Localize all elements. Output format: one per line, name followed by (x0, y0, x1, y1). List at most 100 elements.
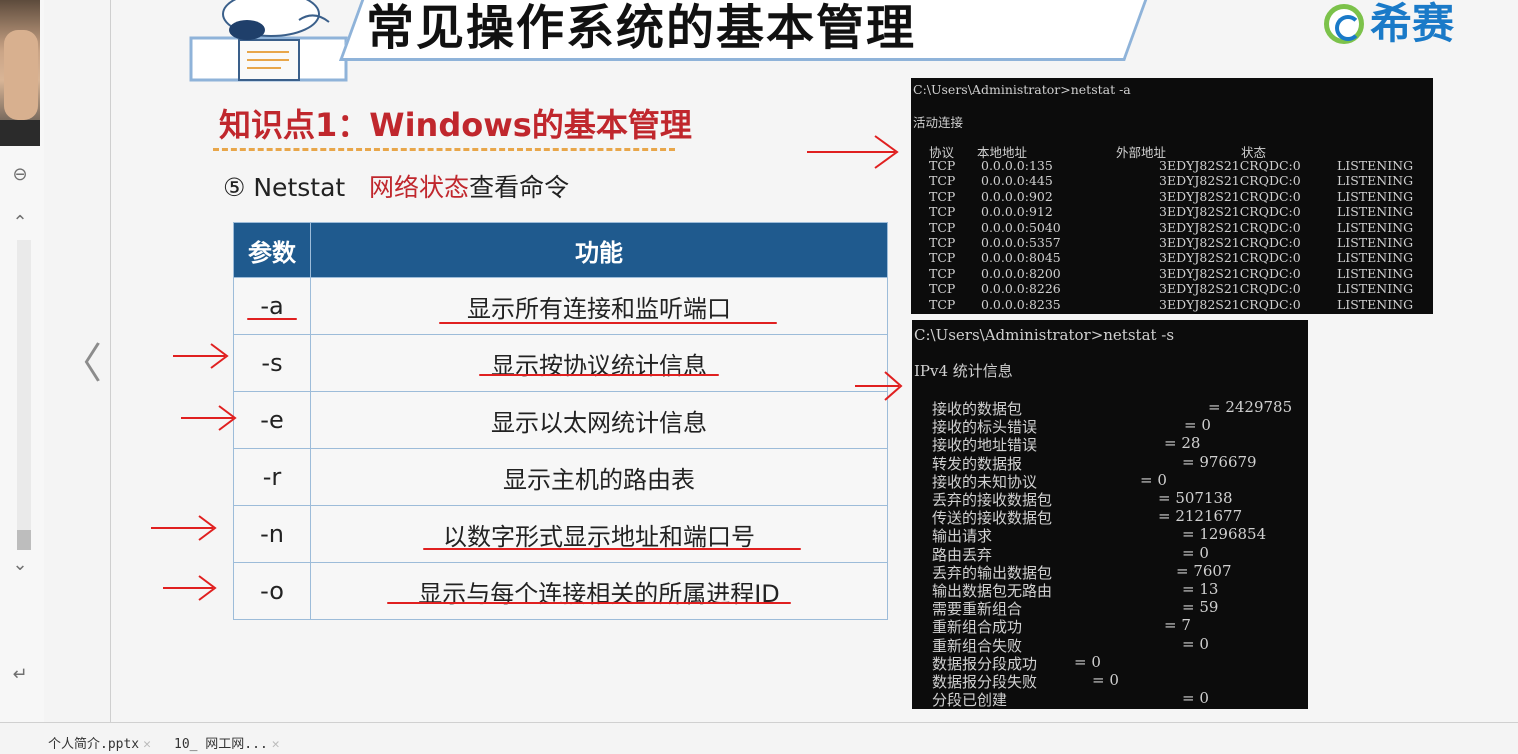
terminal-cell: 3EDYJ82S21CRQDC:0 (1159, 281, 1301, 297)
chevron-down-icon[interactable]: ⌄ (8, 552, 32, 576)
terminal-cell: 0.0.0.0:8235 (981, 296, 1061, 312)
terminal-cell: 0.0.0.0:8200 (981, 265, 1061, 281)
table-header-function: 功能 (310, 222, 888, 278)
close-icon[interactable]: ✕ (143, 737, 151, 752)
function-cell: 以数字形式显示地址和端口号 (310, 505, 888, 563)
param-cell: -o (233, 562, 311, 620)
brand-logo: 希赛 (1324, 0, 1454, 48)
slide-title: 常见操作系统的基本管理 (366, 0, 917, 56)
terminal-cell: 0.0.0.0:8226 (981, 281, 1061, 297)
presenter-face (4, 30, 38, 120)
terminal-cell: 0.0.0.0:5040 (981, 219, 1061, 235)
function-cell: 显示所有连接和监听端口 (310, 277, 888, 335)
terminal-section: IPv4 统计信息 (914, 362, 1013, 380)
stat-value: = 2121677 (1158, 507, 1243, 526)
annotation-underline (479, 374, 719, 376)
terminal-cell: 3EDYJ82S21CRQDC:0 (1159, 173, 1301, 189)
bottom-tab-bar: 个人简介.pptx ✕ 10_ 网工网... ✕ (0, 722, 1518, 754)
terminal-cell: 3EDYJ82S21CRQDC:0 (1159, 158, 1301, 173)
terminal-cell: TCP (929, 235, 956, 250)
terminal-cell: LISTENING (1337, 219, 1414, 235)
annotation-arrow-icon (173, 343, 229, 369)
terminal-cell: 0.0.0.0:902 (981, 188, 1053, 204)
stat-value: = 0 (1182, 689, 1209, 708)
terminal-cell: 3EDYJ82S21CRQDC:0 (1159, 188, 1301, 204)
annotation-arrow-icon (151, 515, 217, 541)
terminal-cell: TCP (929, 173, 956, 189)
terminal-cell: LISTENING (1337, 296, 1414, 312)
terminal-cell: TCP (929, 188, 956, 204)
table-row: -n 以数字形式显示地址和端口号 (233, 505, 888, 563)
file-tab[interactable]: 10_ 网工网... ✕ (174, 733, 280, 752)
annotation-arrow-icon (181, 405, 237, 431)
stat-value: = 0 (1140, 470, 1167, 489)
topic-heading: 知识点1：Windows的基本管理 (219, 106, 692, 144)
param-cell: -s (233, 334, 311, 392)
terminal-cell: TCP (929, 250, 956, 266)
param-cell: -a (233, 277, 311, 335)
chevron-left-icon[interactable]: 〈 (60, 330, 102, 391)
terminal-netstat-a: C:\Users\Administrator>netstat -a 活动连接 协… (911, 78, 1433, 314)
chevron-up-icon[interactable]: ⌃ (8, 210, 32, 234)
terminal-cell: TCP (929, 265, 956, 281)
stat-value: = 1296854 (1182, 525, 1267, 544)
terminal-cell: TCP (929, 296, 956, 312)
terminal-cell: TCP (929, 219, 956, 235)
topic-divider (213, 148, 675, 151)
table-row: -e 显示以太网统计信息 (233, 391, 888, 449)
subtitle-highlight: 网络状态 (369, 173, 470, 202)
terminal-cell: LISTENING (1337, 281, 1414, 297)
stat-value: = 28 (1164, 434, 1201, 453)
annotation-underline (247, 318, 297, 320)
file-tab-label: 个人简介.pptx (48, 737, 140, 752)
terminal-netstat-s: C:\Users\Administrator>netstat -s IPv4 统… (912, 320, 1308, 709)
table-row: -r 显示主机的路由表 (233, 448, 888, 506)
annotation-underline (423, 548, 801, 550)
table-header-param: 参数 (233, 222, 311, 278)
terminal-cell: 0.0.0.0:135 (981, 158, 1053, 173)
stat-value: = 976679 (1182, 452, 1257, 471)
terminal-cell: LISTENING (1337, 204, 1414, 220)
terminal-cell: LISTENING (1337, 235, 1414, 250)
terminal-cell: 3EDYJ82S21CRQDC:0 (1159, 204, 1301, 220)
annotation-arrow-icon (807, 135, 899, 169)
annotation-arrow-icon (855, 371, 903, 401)
stat-value: = 7 (1164, 616, 1191, 635)
terminal-cell: 3EDYJ82S21CRQDC:0 (1159, 265, 1301, 281)
terminal-cell: 0.0.0.0:5357 (981, 235, 1061, 250)
subtitle: ⑤ Netstat 网络状态查看命令 (223, 168, 569, 204)
terminal-cell: 3EDYJ82S21CRQDC:0 (1159, 219, 1301, 235)
function-cell: 显示主机的路由表 (310, 448, 888, 506)
stat-value: = 0 (1182, 543, 1209, 562)
table-header-row: 参数 功能 (233, 222, 888, 278)
function-cell: 显示按协议统计信息 (310, 334, 888, 392)
param-cell: -n (233, 505, 311, 563)
enter-icon[interactable]: ↵ (8, 662, 32, 686)
terminal-cell: LISTENING (1337, 250, 1414, 266)
close-icon[interactable]: ✕ (272, 737, 280, 752)
terminal-cell: TCP (929, 281, 956, 297)
terminal-cell: TCP (929, 158, 956, 173)
terminal-cell: 0.0.0.0:445 (981, 173, 1053, 189)
terminal-cell: LISTENING (1337, 265, 1414, 281)
terminal-prompt: C:\Users\Administrator>netstat -s (914, 326, 1175, 344)
terminal-cell: 3EDYJ82S21CRQDC:0 (1159, 296, 1301, 312)
cat-mascot-icon (189, 0, 348, 82)
file-tab[interactable]: 个人简介.pptx ✕ (48, 733, 151, 752)
terminal-prompt: C:\Users\Administrator>netstat -a (913, 82, 1131, 97)
stat-value: = 0 (1092, 671, 1119, 689)
presenter-video (0, 0, 40, 146)
subtitle-suffix: 查看命令 (469, 173, 570, 202)
param-cell: -e (233, 391, 311, 449)
stat-value: = 0 (1074, 652, 1101, 671)
presenter-shirt (0, 120, 40, 146)
stat-value: = 507138 (1158, 489, 1233, 507)
annotation-underline (387, 602, 791, 604)
annotation-underline (439, 322, 777, 324)
param-table: 参数 功能 -a 显示所有连接和监听端口 -s 显示按协议统计信息 -e 显示以太网统… (233, 222, 888, 620)
scrollbar-track[interactable] (17, 240, 31, 530)
scrollbar-thumb[interactable] (17, 530, 31, 550)
function-cell: 显示与每个连接相关的所属进程ID (310, 562, 888, 620)
minus-circle-icon[interactable]: ⊖ (8, 162, 32, 186)
stat-value: = 59 (1182, 598, 1219, 617)
